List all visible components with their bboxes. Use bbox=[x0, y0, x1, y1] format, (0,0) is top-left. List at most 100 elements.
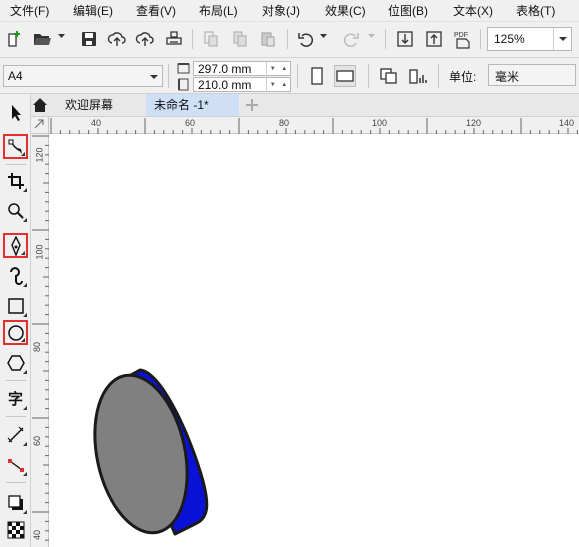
ruler-label: 60 bbox=[32, 435, 43, 447]
toolbar-separator bbox=[168, 64, 169, 88]
menu-view[interactable]: 查看(V) bbox=[136, 4, 176, 18]
redo-dropdown-icon[interactable] bbox=[368, 33, 375, 39]
toolbox-separator bbox=[6, 164, 26, 165]
save-icon bbox=[82, 32, 96, 46]
open-button[interactable] bbox=[31, 28, 53, 50]
vertical-ruler[interactable]: 120 100 80 60 40 bbox=[31, 134, 49, 547]
crop-icon bbox=[7, 172, 24, 189]
polygon-tool[interactable] bbox=[3, 350, 28, 375]
rectangle-icon bbox=[7, 297, 24, 314]
flyout-indicator-icon bbox=[21, 251, 25, 255]
page-height-field[interactable]: 210.0 mm ▼ ▲ bbox=[193, 77, 291, 92]
print-button[interactable] bbox=[163, 28, 185, 50]
menu-table[interactable]: 表格(T) bbox=[516, 4, 555, 18]
import-button[interactable] bbox=[394, 28, 416, 50]
home-button[interactable] bbox=[31, 94, 49, 116]
toolbox: 字 bbox=[0, 94, 31, 547]
transparency-tool[interactable] bbox=[3, 517, 28, 542]
ruler-label: 120 bbox=[34, 147, 45, 163]
paste-button[interactable] bbox=[257, 28, 279, 50]
tab-untitled-document[interactable]: 未命名 -1* bbox=[146, 94, 239, 116]
ruler-label: 80 bbox=[32, 341, 43, 353]
all-pages-button[interactable] bbox=[378, 65, 400, 87]
publish-pdf-button[interactable]: PDF bbox=[452, 28, 474, 50]
open-dropdown-icon[interactable] bbox=[58, 33, 65, 39]
landscape-button[interactable] bbox=[334, 65, 356, 87]
menu-edit[interactable]: 编辑(E) bbox=[73, 4, 113, 18]
ruler-label: 60 bbox=[185, 118, 196, 128]
ellipse-tool[interactable] bbox=[3, 320, 28, 345]
flyout-indicator-icon bbox=[21, 338, 25, 342]
cloud-upload-button[interactable] bbox=[106, 28, 128, 50]
current-page-button[interactable] bbox=[407, 65, 429, 87]
cloud-upload-icon bbox=[107, 32, 126, 46]
zoom-level-combo[interactable]: 125% bbox=[487, 27, 572, 51]
portrait-button[interactable] bbox=[306, 65, 328, 87]
ruler-label: 80 bbox=[279, 118, 290, 128]
toolbar-separator bbox=[192, 29, 193, 49]
parallel-dimension-tool[interactable] bbox=[3, 422, 28, 447]
menu-layout[interactable]: 布局(L) bbox=[199, 4, 238, 18]
freehand-tool[interactable] bbox=[3, 233, 28, 258]
menu-text[interactable]: 文本(X) bbox=[453, 4, 493, 18]
vertical-ruler-ticks bbox=[32, 135, 49, 541]
page-size-select[interactable]: A4 bbox=[3, 65, 163, 87]
menu-bitmaps[interactable]: 位图(B) bbox=[388, 4, 428, 18]
new-tab-button[interactable] bbox=[241, 95, 263, 115]
text-tool[interactable]: 字 bbox=[3, 386, 28, 411]
horizontal-ruler[interactable]: 40 60 80 100 120 140 bbox=[49, 117, 579, 134]
menu-effects[interactable]: 效果(C) bbox=[325, 4, 366, 18]
toolbar-separator bbox=[385, 29, 386, 49]
copy-icon bbox=[233, 31, 247, 47]
cloud-share-button[interactable] bbox=[134, 28, 156, 50]
copy-button[interactable] bbox=[229, 28, 251, 50]
page-width-value: 297.0 mm bbox=[198, 62, 252, 76]
units-select[interactable]: 毫米 bbox=[488, 64, 576, 86]
tab-welcome-screen[interactable]: 欢迎屏幕 bbox=[57, 94, 145, 116]
menu-object[interactable]: 对象(J) bbox=[262, 4, 300, 18]
pick-tool[interactable] bbox=[3, 100, 28, 125]
ruler-label: 100 bbox=[372, 118, 388, 128]
zoom-tool[interactable] bbox=[3, 198, 28, 223]
shape-tool[interactable] bbox=[3, 134, 28, 159]
spin-up-icon[interactable]: ▲ bbox=[279, 78, 291, 91]
page-height-spinner[interactable]: ▼ ▲ bbox=[266, 78, 290, 91]
cut-button[interactable] bbox=[200, 28, 222, 50]
toolbar-separator bbox=[287, 29, 288, 49]
drop-shadow-tool[interactable] bbox=[3, 490, 28, 515]
artistic-media-tool[interactable] bbox=[3, 263, 28, 288]
page-height-icon bbox=[178, 78, 189, 91]
menu-file[interactable]: 文件(F) bbox=[10, 4, 49, 18]
page-width-spinner[interactable]: ▼ ▲ bbox=[266, 62, 290, 75]
flyout-indicator-icon bbox=[23, 510, 27, 514]
export-button[interactable] bbox=[423, 28, 445, 50]
spin-down-icon[interactable]: ▼ bbox=[267, 78, 279, 91]
toolbar-separator bbox=[297, 64, 298, 88]
ruler-label: 40 bbox=[32, 529, 43, 541]
undo-dropdown-icon[interactable] bbox=[320, 33, 327, 39]
plus-icon bbox=[246, 99, 258, 111]
flyout-indicator-icon bbox=[23, 406, 27, 410]
pages-icon bbox=[380, 68, 397, 84]
spin-down-icon[interactable]: ▼ bbox=[267, 62, 279, 75]
connector-tool[interactable] bbox=[3, 452, 28, 477]
checkerboard-icon bbox=[7, 521, 24, 538]
page-size-value: A4 bbox=[8, 69, 23, 83]
ruler-origin[interactable] bbox=[31, 117, 49, 134]
spin-up-icon[interactable]: ▲ bbox=[279, 62, 291, 75]
zoom-dropdown-button[interactable] bbox=[553, 28, 571, 50]
new-document-button[interactable] bbox=[4, 28, 26, 50]
undo-button[interactable] bbox=[295, 28, 317, 50]
page-width-field[interactable]: 297.0 mm ▼ ▲ bbox=[193, 61, 291, 76]
save-button[interactable] bbox=[78, 28, 100, 50]
flyout-indicator-icon bbox=[23, 472, 27, 476]
rectangle-tool[interactable] bbox=[3, 293, 28, 318]
toolbox-separator bbox=[6, 380, 26, 381]
page-width-icon bbox=[177, 63, 190, 74]
drawing-canvas[interactable] bbox=[49, 134, 579, 547]
redo-button[interactable] bbox=[340, 28, 362, 50]
crop-tool[interactable] bbox=[3, 168, 28, 193]
document-tab-bar: 欢迎屏幕 未命名 -1* bbox=[31, 94, 579, 117]
page-height-value: 210.0 mm bbox=[198, 78, 252, 92]
menu-bar: 文件(F) 编辑(E) 查看(V) 布局(L) 对象(J) 效果(C) 位图(B… bbox=[0, 0, 579, 22]
